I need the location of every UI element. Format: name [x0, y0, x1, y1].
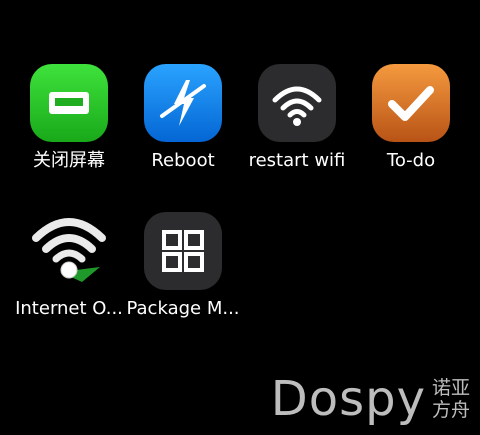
app-label: Package M... [126, 298, 240, 319]
dospy-watermark: Dospy 诺亚 方舟 [271, 371, 470, 427]
watermark-brand: Dospy [270, 371, 426, 427]
watermark-side: 诺亚 方舟 [432, 377, 470, 421]
grid-icon [144, 212, 222, 290]
app-label: 关闭屏幕 [33, 150, 105, 171]
internet-wifi-icon [30, 212, 108, 290]
app-to-do[interactable]: To-do [354, 64, 468, 172]
app-package-manager[interactable]: Package M... [126, 212, 240, 320]
app-label: Internet O... [15, 298, 123, 319]
reboot-icon [144, 64, 222, 142]
screen-off-icon [30, 64, 108, 142]
app-label: restart wifi [248, 150, 346, 171]
app-label: To-do [386, 150, 436, 171]
checkmark-icon [372, 64, 450, 142]
app-reboot[interactable]: Reboot [126, 64, 240, 172]
wifi-icon [258, 64, 336, 142]
app-internet-o[interactable]: Internet O... [12, 212, 126, 320]
app-screen-off[interactable]: 关闭屏幕 [12, 64, 126, 172]
app-label: Reboot [151, 150, 215, 171]
app-restart-wifi[interactable]: restart wifi [240, 64, 354, 172]
watermark-line1: 诺亚 [431, 377, 470, 399]
watermark-line2: 方舟 [431, 399, 470, 421]
